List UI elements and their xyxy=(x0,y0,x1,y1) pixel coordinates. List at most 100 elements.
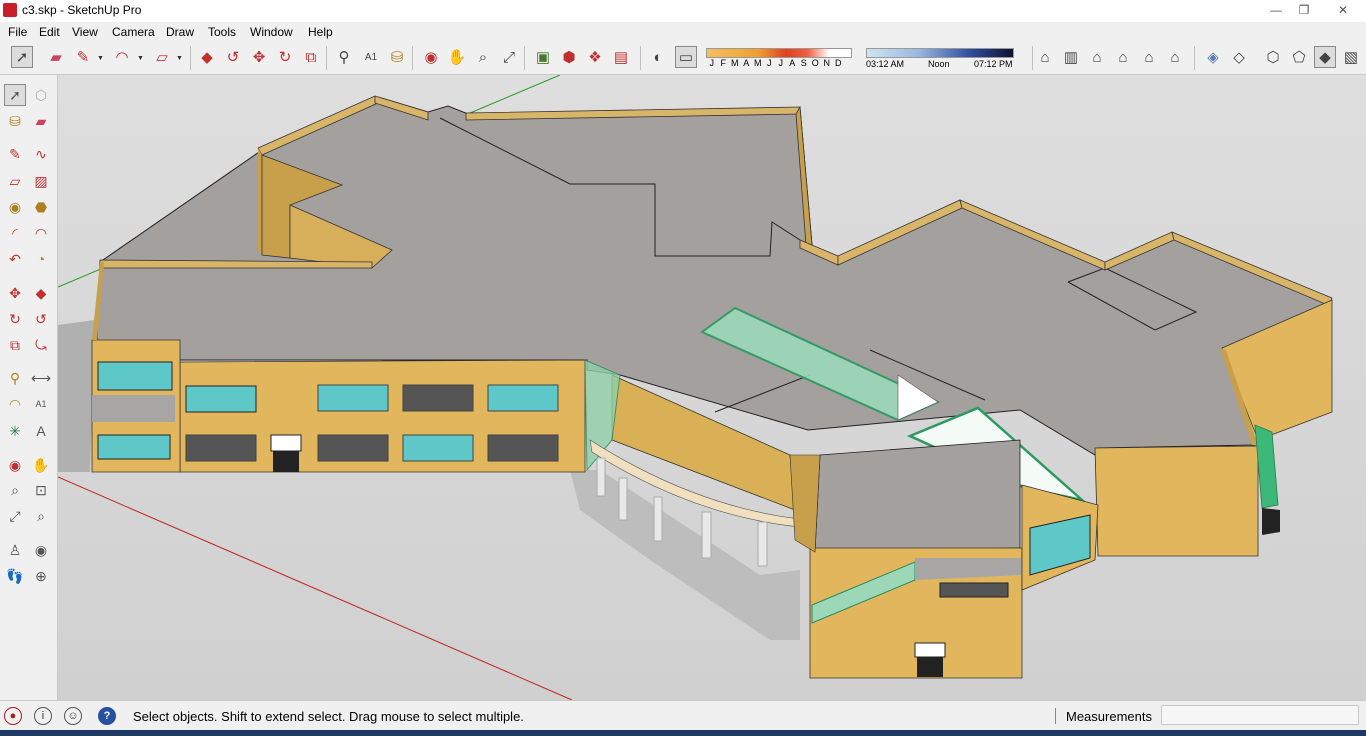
line-tool-button[interactable]: ✎ xyxy=(72,46,94,68)
position-camera-button[interactable]: ♙ xyxy=(4,539,26,561)
text-button[interactable]: A1 xyxy=(30,393,52,415)
iso-view-button[interactable]: ⌂ xyxy=(1034,46,1056,68)
move-button[interactable]: ✥ xyxy=(4,282,26,304)
maximize-button[interactable]: ❐ xyxy=(1290,1,1318,19)
front-view-button[interactable]: ⌂ xyxy=(1086,46,1108,68)
paint-bucket-tool-button[interactable]: ⛁ xyxy=(386,46,408,68)
fog-toggle-button[interactable]: ▭ xyxy=(675,46,697,68)
rotate-button[interactable]: ↻ xyxy=(4,308,26,330)
hidden-line-style-button[interactable]: ⬠ xyxy=(1288,46,1310,68)
help-icon[interactable]: ? xyxy=(98,707,116,725)
polygon-button[interactable]: ⬣ xyxy=(30,196,52,218)
shadow-icon: ◐ xyxy=(653,48,663,66)
share-model-button[interactable]: ⬢ xyxy=(558,46,580,68)
previous-view-button[interactable]: ⌕ xyxy=(30,505,52,527)
two-point-arc-button[interactable]: ◠ xyxy=(30,222,52,244)
scale-button[interactable]: ⧉ xyxy=(4,334,26,356)
eraser-tool-button[interactable]: ▰ xyxy=(45,46,67,68)
move-tool-button[interactable]: ✥ xyxy=(248,46,270,68)
protractor-button[interactable]: ◠ xyxy=(4,393,26,415)
push-pull-button[interactable]: ◆ xyxy=(30,282,52,304)
select-tool-button[interactable]: ➚ xyxy=(4,84,26,106)
eraser-button[interactable]: ▰ xyxy=(30,110,52,132)
wireframe-style-button[interactable]: ⬡ xyxy=(1262,46,1284,68)
circle-icon: ◉ xyxy=(8,198,22,215)
walk-button[interactable]: 👣 xyxy=(4,565,26,587)
menu-tools[interactable]: Tools xyxy=(208,25,236,39)
push-pull-tool-button[interactable]: ◆ xyxy=(196,46,218,68)
orbit-button[interactable]: ◉ xyxy=(4,454,26,476)
zoom-extents-button[interactable]: ⤢ xyxy=(4,505,26,527)
select-tool-button[interactable]: ➚ xyxy=(11,46,33,68)
back-edges-style-button[interactable]: ◇ xyxy=(1228,46,1250,68)
arc-tool-dropdown-icon[interactable]: ▼ xyxy=(137,55,144,62)
pie-button[interactable]: ◔ xyxy=(30,248,52,270)
get-models-button[interactable]: ▣ xyxy=(532,46,554,68)
menu-view[interactable]: View xyxy=(72,25,98,39)
shaded-textures-style-button[interactable]: ▧ xyxy=(1340,46,1362,68)
3d-text-button[interactable]: A xyxy=(30,420,52,442)
text-tool-button[interactable]: A1 xyxy=(360,46,382,68)
rotate-icon: ↻ xyxy=(278,49,292,66)
arc-button[interactable]: ◜ xyxy=(4,222,26,244)
minimize-button[interactable]: — xyxy=(1262,1,1290,19)
zoom-window-button[interactable]: ⊡ xyxy=(30,479,52,501)
zoom-extents-tool-button[interactable]: ⤢ xyxy=(498,46,520,68)
right-view-button[interactable]: ⌂ xyxy=(1112,46,1134,68)
three-point-arc-button[interactable]: ↶ xyxy=(4,248,26,270)
rotate-tool-button[interactable]: ↻ xyxy=(274,46,296,68)
menu-edit[interactable]: Edit xyxy=(39,25,60,39)
toolbar-separator xyxy=(1194,46,1195,70)
tape-measure-tool-button[interactable]: ⚲ xyxy=(333,46,355,68)
geolocation-icon[interactable]: ● xyxy=(4,707,22,725)
zoom-button[interactable]: ⌕ xyxy=(4,479,26,501)
dimension-button[interactable]: ⟷ xyxy=(30,367,52,389)
measurements-input[interactable] xyxy=(1161,705,1359,725)
arc-tool-button[interactable]: ◠ xyxy=(111,46,133,68)
follow-me-tool-button[interactable]: ↺ xyxy=(222,46,244,68)
line-tool-dropdown-icon[interactable]: ▼ xyxy=(97,55,104,62)
menu-window[interactable]: Window xyxy=(250,25,293,39)
menu-draw[interactable]: Draw xyxy=(166,25,194,39)
line-button[interactable]: ✎ xyxy=(4,143,26,165)
follow-me-button[interactable]: ↺ xyxy=(30,308,52,330)
make-component-button[interactable]: ⬡ xyxy=(30,84,52,106)
offset-button[interactable]: ⤿ xyxy=(30,334,52,356)
rotated-rectangle-button[interactable]: ▨ xyxy=(30,170,52,192)
shadow-time-slider[interactable] xyxy=(866,48,1014,58)
axes-button[interactable]: ✳ xyxy=(4,420,26,442)
back-view-button[interactable]: ⌂ xyxy=(1138,46,1160,68)
shadow-time-end: 07:12 PM xyxy=(974,59,1013,69)
column xyxy=(653,496,663,542)
freehand-button[interactable]: ∿ xyxy=(30,143,52,165)
menu-camera[interactable]: Camera xyxy=(112,25,155,39)
window xyxy=(402,384,474,412)
section-plane-button[interactable]: ⊕ xyxy=(30,565,52,587)
rectangle-tool-button[interactable]: ▱ xyxy=(151,46,173,68)
credits-icon[interactable]: i xyxy=(34,707,52,725)
menu-help[interactable]: Help xyxy=(308,25,333,39)
share-component-button[interactable]: ❖ xyxy=(584,46,606,68)
circle-button[interactable]: ◉ xyxy=(4,196,26,218)
orbit-tool-button[interactable]: ◉ xyxy=(420,46,442,68)
menu-file[interactable]: File xyxy=(8,25,27,39)
paint-bucket-button[interactable]: ⛁ xyxy=(4,110,26,132)
scale-tool-button[interactable]: ⧉ xyxy=(300,46,322,68)
rectangle-tool-dropdown-icon[interactable]: ▼ xyxy=(176,55,183,62)
left-view-button[interactable]: ⌂ xyxy=(1164,46,1186,68)
look-around-button[interactable]: ◉ xyxy=(30,539,52,561)
xray-style-button[interactable]: ◈ xyxy=(1202,46,1224,68)
shaded-style-button[interactable]: ◆ xyxy=(1314,46,1336,68)
shadow-date-slider[interactable] xyxy=(706,48,852,58)
user-account-icon[interactable]: ☺ xyxy=(64,707,82,725)
close-button[interactable]: ✕ xyxy=(1326,1,1360,19)
rectangle-button[interactable]: ▱ xyxy=(4,170,26,192)
shadows-toggle-button[interactable]: ◐ xyxy=(647,46,669,68)
tape-measure-button[interactable]: ⚲ xyxy=(4,367,26,389)
pan-tool-button[interactable]: ✋ xyxy=(446,46,468,68)
drawing-area[interactable] xyxy=(58,75,1366,700)
zoom-tool-button[interactable]: ⌕ xyxy=(472,46,494,68)
extension-warehouse-button[interactable]: ▤ xyxy=(610,46,632,68)
pan-button[interactable]: ✋ xyxy=(30,454,52,476)
top-view-button[interactable]: ▥ xyxy=(1060,46,1082,68)
